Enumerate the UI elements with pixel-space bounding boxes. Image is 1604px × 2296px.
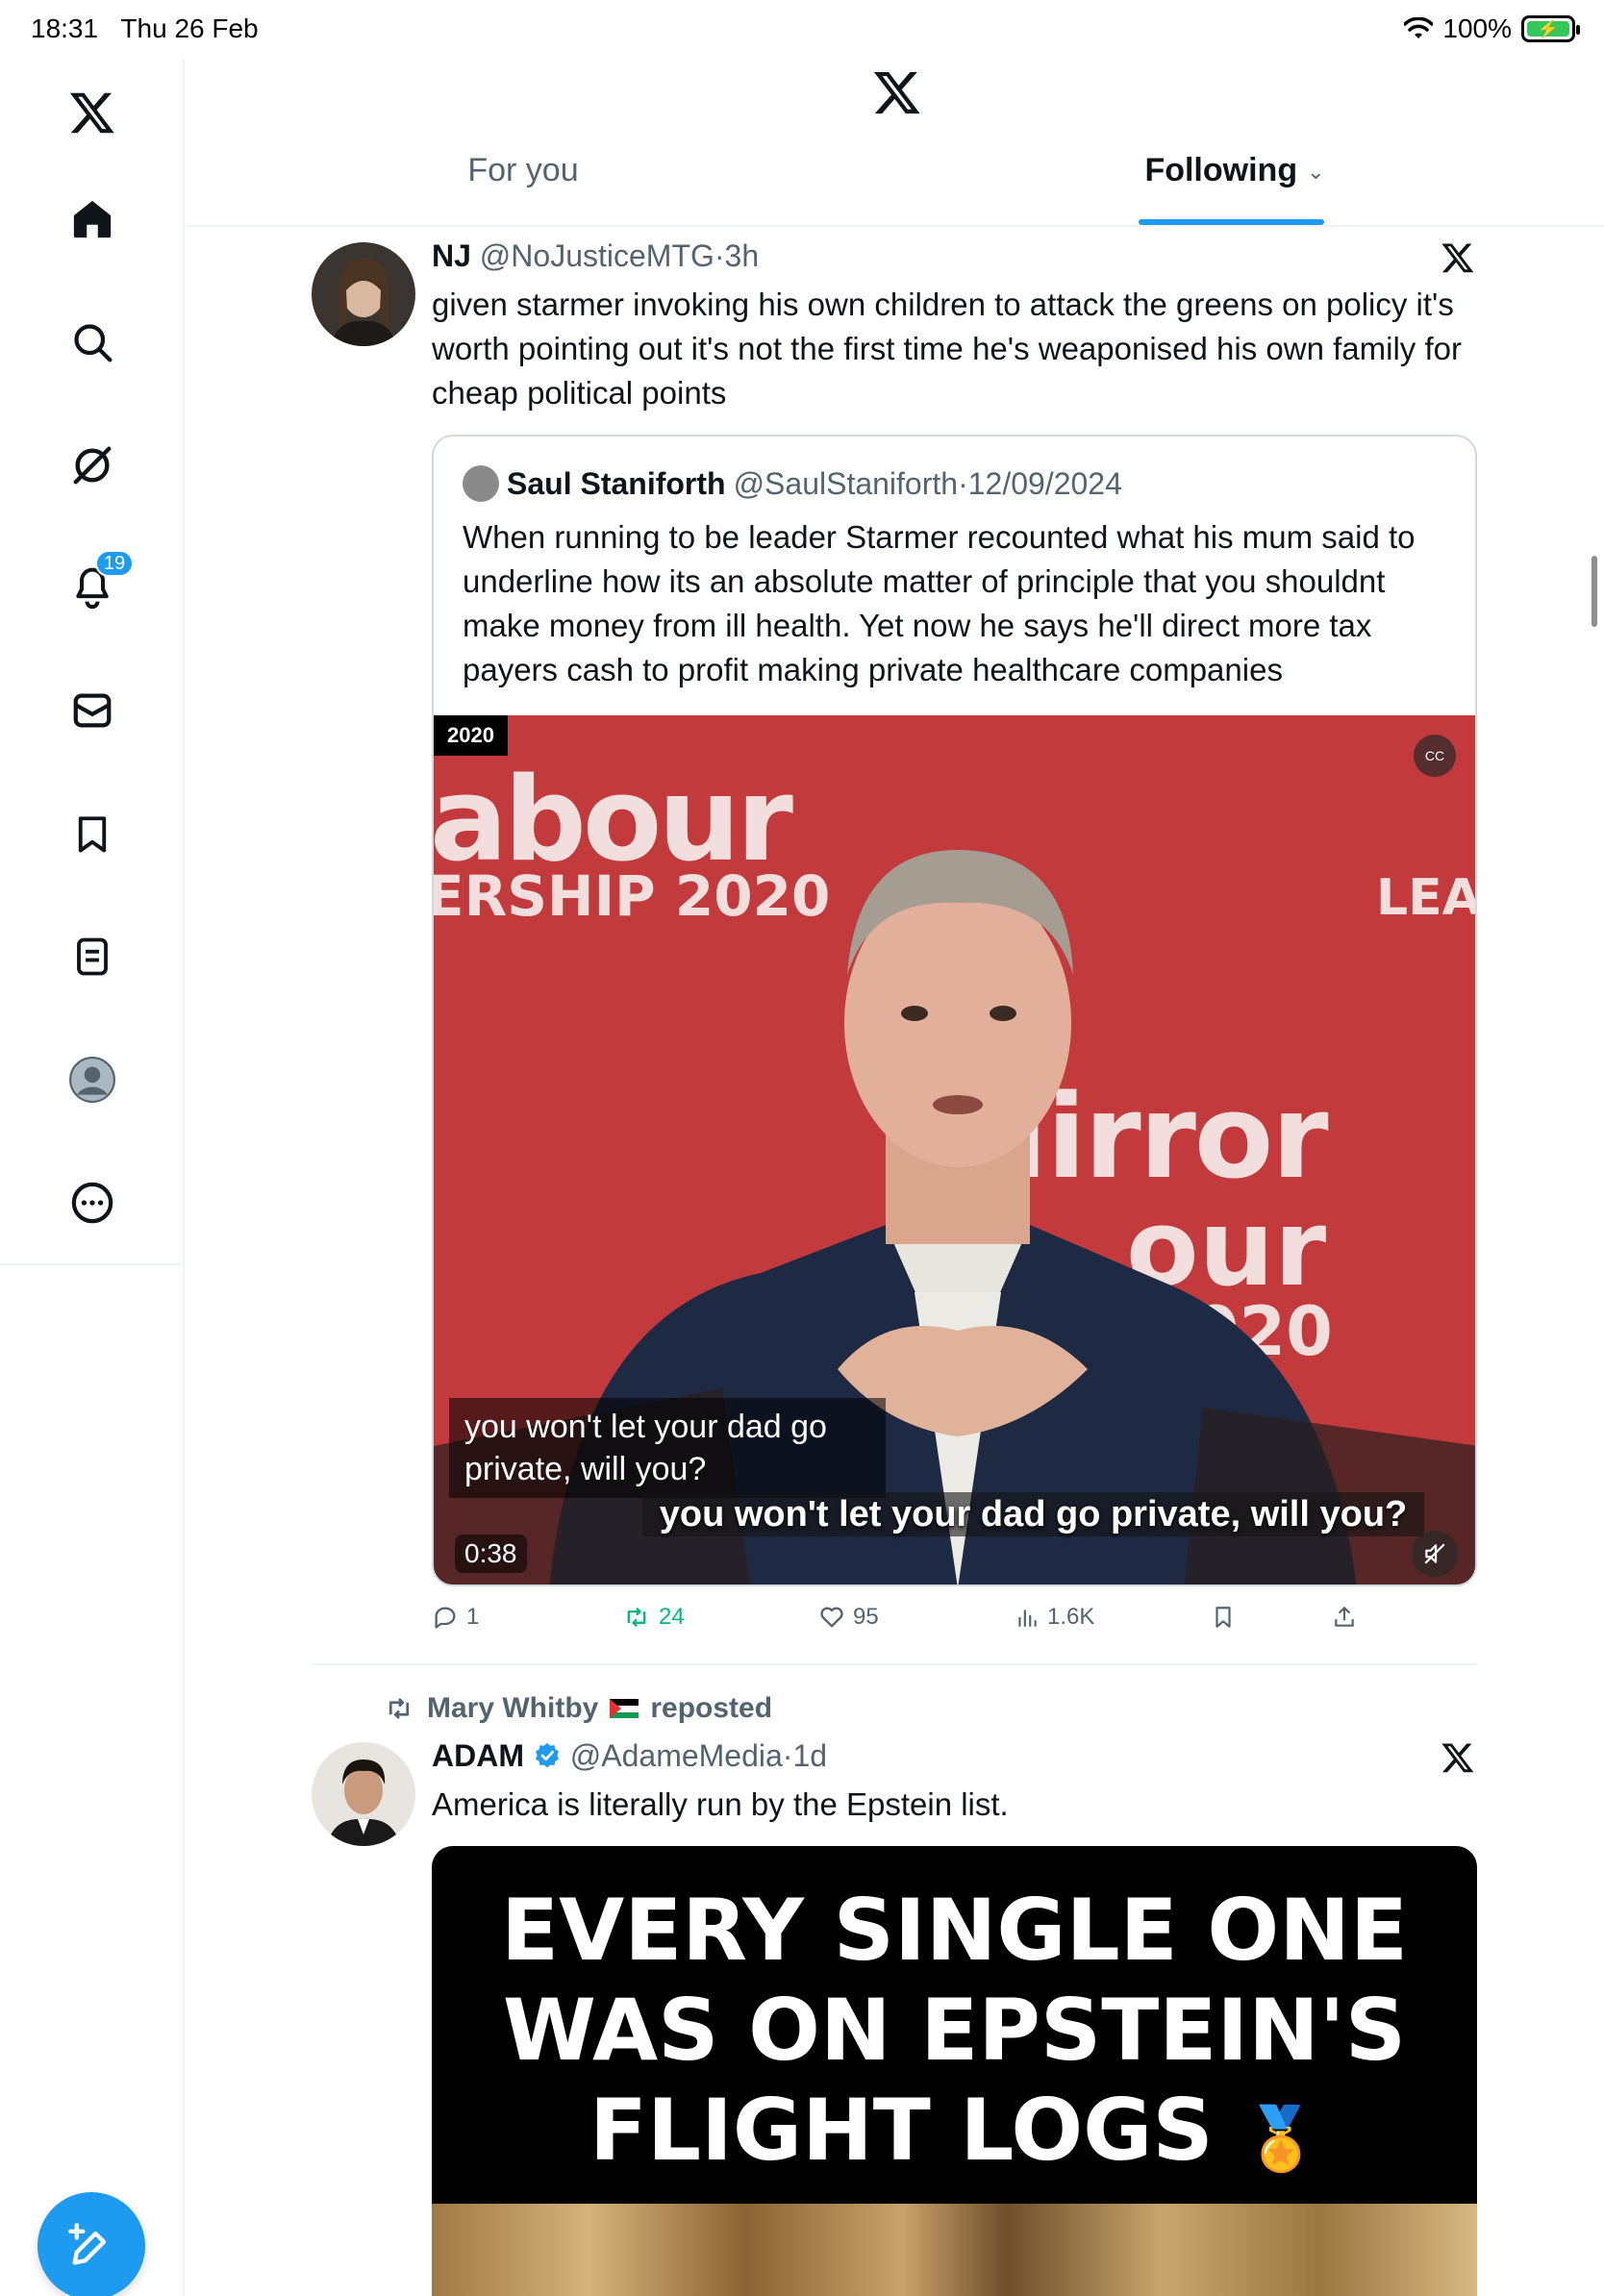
burned-in-subtitle: you won't let your dad go private, will … <box>434 1492 1475 1536</box>
active-tab-indicator <box>1139 219 1324 225</box>
repost-button[interactable]: 24 <box>622 1604 685 1631</box>
like-count: 95 <box>853 1604 879 1630</box>
avatar <box>463 465 499 502</box>
x-grok-icon[interactable] <box>1441 240 1475 275</box>
repost-icon <box>627 1607 646 1628</box>
sidebar-divider <box>0 1263 185 1265</box>
tweet-actions: 1 24 95 1.6K <box>432 1604 1477 1642</box>
wifi-icon <box>1404 17 1434 38</box>
quote-text: When running to be leader Starmer recoun… <box>463 519 1416 687</box>
repost-count: 24 <box>659 1604 685 1630</box>
battery-percent: 100% <box>1442 13 1512 43</box>
x-logo-icon <box>69 92 114 134</box>
views-icon <box>1018 1610 1037 1627</box>
x-logo-button[interactable] <box>49 69 136 156</box>
tweet-author-line: NJ @NoJusticeMTG·3h <box>432 238 760 273</box>
tweet-text: America is literally run by the Epstein … <box>432 1786 1009 1822</box>
avatar[interactable] <box>312 242 415 346</box>
avatar[interactable] <box>312 1742 415 1846</box>
palestine-flag-icon <box>610 1699 639 1718</box>
mail-icon <box>73 693 112 728</box>
x-logo-icon <box>873 71 920 114</box>
chevron-down-icon: ⌄ <box>1307 160 1325 184</box>
sidebar-item-explore[interactable] <box>49 299 136 386</box>
home-icon <box>73 200 112 238</box>
status-right: 100% ⚡ <box>1404 13 1580 44</box>
sidebar-item-lists[interactable] <box>49 913 136 1000</box>
sidebar-item-home[interactable] <box>49 176 136 262</box>
tweet-time[interactable]: 1d <box>792 1738 827 1773</box>
year-tag: 2020 <box>434 715 508 756</box>
views-button[interactable]: 1.6K <box>1015 1604 1094 1631</box>
tab-following[interactable]: Following ⌄ <box>898 152 1571 227</box>
quote-author-line: Saul Staniforth @SaulStaniforth·12/09/20… <box>463 465 1122 502</box>
status-bar: 18:31 Thu 26 Feb 100% ⚡ <box>0 0 1604 60</box>
list-icon <box>77 937 108 976</box>
media-caption: EVERY SINGLE ONE WAS ON EPSTEIN'S FLIGHT… <box>500 1881 1409 2180</box>
tab-label: Following <box>1144 152 1298 188</box>
reposter-name: Mary Whitby <box>427 1692 599 1724</box>
share-button[interactable] <box>1332 1604 1357 1631</box>
more-icon <box>71 1182 113 1224</box>
scrollbar[interactable] <box>1591 556 1597 627</box>
author-handle[interactable]: @AdameMedia <box>570 1738 783 1773</box>
compose-button[interactable] <box>38 2192 145 2296</box>
muted-speaker-icon <box>1424 1543 1445 1564</box>
media-photo <box>432 2204 1477 2296</box>
tab-for-you[interactable]: For you <box>187 152 860 227</box>
video-player[interactable]: abour ERSHIP 2020 LEAD Mirror our 2020 2… <box>434 715 1475 1585</box>
repost-label: reposted <box>650 1692 773 1724</box>
video-duration: 0:38 <box>455 1535 527 1573</box>
share-icon <box>1335 1607 1354 1627</box>
reply-icon <box>435 1607 456 1629</box>
medal-icon: 🏅 <box>1242 2104 1320 2175</box>
tweet-time[interactable]: 3h <box>725 238 760 273</box>
reply-count: 1 <box>466 1604 480 1630</box>
sidebar: 19 <box>0 60 185 2296</box>
repost-indicator[interactable]: Mary Whitby reposted <box>383 1692 772 1725</box>
quote-author-handle: @SaulStaniforth·12/09/2024 <box>733 465 1122 501</box>
header-x-logo[interactable] <box>872 67 922 122</box>
status-time: 18:31 Thu 26 Feb <box>31 13 259 43</box>
timeline-header: For you Following ⌄ <box>187 60 1604 227</box>
grok-icon <box>73 446 112 485</box>
search-icon <box>74 324 113 362</box>
battery-icon: ⚡ <box>1521 15 1580 42</box>
quote-tweet[interactable]: Saul Staniforth @SaulStaniforth·12/09/20… <box>432 435 1477 1586</box>
sidebar-item-grok[interactable] <box>49 422 136 509</box>
heart-icon <box>820 1607 843 1628</box>
sidebar-item-notifications[interactable]: 19 <box>49 544 136 631</box>
bookmark-button[interactable] <box>1211 1604 1236 1631</box>
views-count: 1.6K <box>1047 1604 1095 1630</box>
tweet-text: given starmer invoking his own children … <box>432 287 1462 411</box>
bookmark-icon <box>78 816 107 853</box>
x-grok-icon[interactable] <box>1441 1740 1475 1775</box>
sidebar-item-more[interactable] <box>49 1160 136 1246</box>
closed-captions-button[interactable]: CC <box>1414 735 1456 777</box>
verified-badge-icon <box>535 1742 559 1768</box>
quote-author-name: Saul Staniforth <box>507 465 726 501</box>
tweet-divider <box>312 1663 1477 1665</box>
tab-label: For you <box>467 152 579 188</box>
like-button[interactable]: 95 <box>818 1604 879 1631</box>
avatar <box>69 1057 115 1103</box>
caption-box: you won't let your dad go private, will … <box>449 1398 886 1498</box>
bookmark-icon <box>1216 1607 1231 1628</box>
compose-icon <box>68 2223 107 2265</box>
author-handle[interactable]: @NoJusticeMTG <box>480 238 714 273</box>
tweet-media[interactable]: EVERY SINGLE ONE WAS ON EPSTEIN'S FLIGHT… <box>432 1846 1477 2296</box>
author-name[interactable]: NJ <box>432 238 471 273</box>
sidebar-item-messages[interactable] <box>49 667 136 754</box>
notifications-badge: 19 <box>95 550 134 577</box>
repost-icon <box>388 1698 410 1719</box>
tweet-author-line: ADAM @AdameMedia·1d <box>432 1738 828 1773</box>
reply-button[interactable]: 1 <box>432 1604 479 1631</box>
sidebar-item-profile[interactable] <box>49 1036 136 1123</box>
mute-button[interactable] <box>1412 1531 1458 1577</box>
author-name[interactable]: ADAM <box>432 1738 524 1773</box>
sidebar-item-bookmarks[interactable] <box>49 790 136 877</box>
